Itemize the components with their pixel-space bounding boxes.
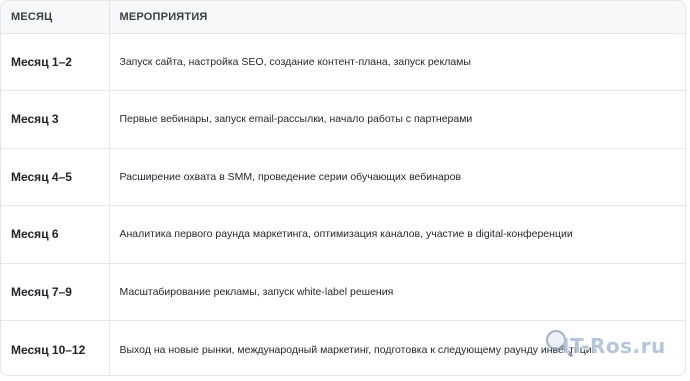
table-row: Месяц 1–2 Запуск сайта, настройка SEO, с… [1, 33, 685, 91]
table-row: Месяц 4–5 Расширение охвата в SMM, прове… [1, 147, 685, 206]
row-activity: Выход на новые рынки, международный марк… [108, 320, 685, 375]
plan-table-container: МЕСЯЦ МЕРОПРИЯТИЯ Месяц 1–2 Запуск сайта… [0, 0, 686, 376]
row-period: Месяц 7–9 [1, 262, 109, 321]
table-header: МЕСЯЦ МЕРОПРИЯТИЯ [1, 1, 685, 34]
plan-table: МЕСЯЦ МЕРОПРИЯТИЯ Месяц 1–2 Запуск сайта… [1, 1, 685, 375]
row-period: Месяц 6 [1, 205, 109, 263]
row-period: Месяц 10–12 [1, 320, 109, 375]
table-row: Месяц 3 Первые вебинары, запуск email-ра… [1, 90, 685, 148]
row-period: Месяц 1–2 [11, 54, 72, 69]
row-period: Месяц 4–5 [1, 147, 109, 206]
table-row: Месяц 10–12 Выход на новые рынки, междун… [1, 320, 685, 375]
row-activity: Расширение охвата в SMM, проведение сери… [108, 147, 685, 206]
row-activity: Первые вебинары, запуск email-рассылки, … [108, 90, 685, 148]
header-row: МЕСЯЦ МЕРОПРИЯТИЯ [1, 1, 685, 34]
table-row: Месяц 7–9 Масштабирование рекламы, запус… [1, 262, 685, 321]
row-activity: Масштабирование рекламы, запуск white-la… [108, 262, 685, 321]
row-activity: Запуск сайта, настройка SEO, создание ко… [108, 33, 685, 91]
row-period: Месяц 3 [1, 90, 109, 148]
table-row: Месяц 6 Аналитика первого раунда маркети… [1, 205, 685, 263]
column-header-month: МЕСЯЦ [1, 1, 109, 34]
row-activity: Аналитика первого раунда маркетинга, опт… [108, 205, 685, 263]
table-body: Месяц 1–2 Запуск сайта, настройка SEO, с… [1, 33, 685, 375]
column-header-activities: МЕРОПРИЯТИЯ [108, 1, 685, 34]
